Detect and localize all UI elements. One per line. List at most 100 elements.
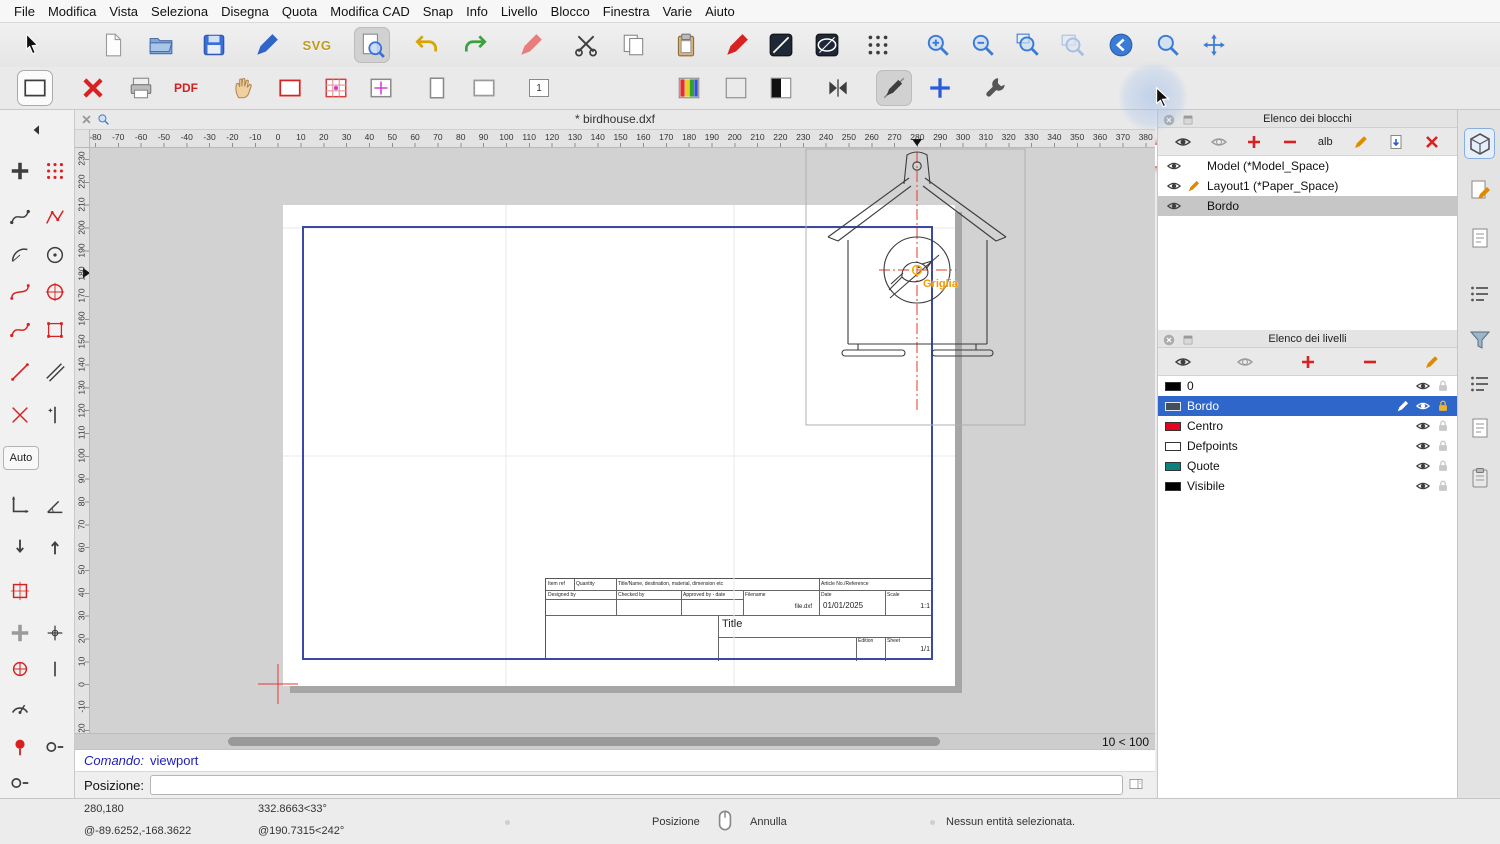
close-panel-icon[interactable]: [1162, 333, 1176, 347]
single-page-button[interactable]: 1: [521, 70, 557, 106]
add-point-button[interactable]: [922, 70, 958, 106]
panel-toggle-icon[interactable]: [1128, 776, 1144, 792]
angle-tool[interactable]: [38, 490, 71, 520]
svg-export-button[interactable]: SVG: [299, 27, 335, 63]
layer-row[interactable]: Centro: [1158, 416, 1457, 436]
circle-plus-tool[interactable]: [3, 654, 36, 684]
cross-target-tool[interactable]: [38, 618, 71, 648]
pin-tool[interactable]: [3, 732, 36, 762]
block-remove-button[interactable]: [1275, 131, 1305, 153]
viewport-red-button[interactable]: [272, 70, 308, 106]
layer-lock-icon[interactable]: [1436, 479, 1450, 493]
snap-plus-tool[interactable]: [3, 156, 36, 186]
pan-hand-button[interactable]: [226, 70, 262, 106]
menu-vista[interactable]: Vista: [109, 4, 138, 19]
magnifier-button[interactable]: [1150, 27, 1186, 63]
zoom-page-button[interactable]: [614, 70, 650, 106]
layer-row[interactable]: Defpoints: [1158, 436, 1457, 456]
block-visibility-off-button[interactable]: [1204, 131, 1234, 153]
cross-line-tool[interactable]: [3, 400, 36, 430]
gradient-button[interactable]: [718, 70, 754, 106]
up-two-tool[interactable]: [38, 532, 71, 562]
block-add-button[interactable]: [1239, 131, 1269, 153]
zoom-in-button[interactable]: [920, 27, 956, 63]
layer-edit-button[interactable]: [1417, 351, 1447, 373]
circle-center-tool[interactable]: [38, 240, 71, 270]
line-tool-button[interactable]: [763, 27, 799, 63]
block-row[interactable]: Bordo: [1158, 196, 1457, 216]
panel-sheet2-button[interactable]: [1464, 412, 1495, 443]
layer-row[interactable]: 0: [1158, 376, 1457, 396]
menu-disegna[interactable]: Disegna: [221, 4, 269, 19]
cut-button[interactable]: [568, 27, 604, 63]
dot-grid-button[interactable]: [860, 27, 896, 63]
layer-lock-icon[interactable]: [1436, 459, 1450, 473]
red-pen-button[interactable]: [719, 27, 755, 63]
layer-add-button[interactable]: [1293, 351, 1323, 373]
layer-visibility-icon[interactable]: [1416, 439, 1430, 453]
panel-list-button[interactable]: [1464, 278, 1495, 309]
layer-visibility-icon[interactable]: [1416, 399, 1430, 413]
copy-button[interactable]: [616, 27, 652, 63]
horizontal-scrollbar[interactable]: 10 < 100: [75, 733, 1155, 749]
pdf-export-button[interactable]: PDF: [168, 70, 204, 106]
menu-modifica[interactable]: Modifica: [48, 4, 96, 19]
vertical-line-tool[interactable]: [38, 654, 71, 684]
zero-dash-b-tool[interactable]: [3, 768, 36, 798]
close-panel-icon[interactable]: [1162, 113, 1176, 127]
visibility-eye-icon[interactable]: [1167, 199, 1181, 213]
layer-lock-icon[interactable]: [1436, 419, 1450, 433]
bezier-tool[interactable]: [3, 277, 36, 307]
color-palette-button[interactable]: [671, 70, 707, 106]
contrast-button[interactable]: [763, 70, 799, 106]
panel-blocks-button[interactable]: [1464, 128, 1495, 159]
view-back-button[interactable]: [1103, 27, 1139, 63]
layer-row[interactable]: Quote: [1158, 456, 1457, 476]
viewport-cross-button[interactable]: [363, 70, 399, 106]
down-one-tool[interactable]: [3, 532, 36, 562]
double-line-tool[interactable]: [38, 357, 71, 387]
arc-tool[interactable]: [3, 240, 36, 270]
pan-view-button[interactable]: [1196, 27, 1232, 63]
block-visibility-button[interactable]: [1168, 131, 1198, 153]
panel-edit-sheet-button[interactable]: [1464, 174, 1495, 205]
block-insert-button[interactable]: [1381, 131, 1411, 153]
collapse-button[interactable]: [820, 70, 856, 106]
menu-varie[interactable]: Varie: [663, 4, 692, 19]
circle-target-tool[interactable]: [38, 277, 71, 307]
panel-list2-button[interactable]: [1464, 368, 1495, 399]
menu-blocco[interactable]: Blocco: [551, 4, 590, 19]
layer-visibility-icon[interactable]: [1416, 379, 1430, 393]
soft-plus-tool[interactable]: [3, 618, 36, 648]
menu-finestra[interactable]: Finestra: [603, 4, 650, 19]
visibility-eye-icon[interactable]: [1167, 159, 1181, 173]
menu-modifica-cad[interactable]: Modifica CAD: [330, 4, 409, 19]
block-edit-button[interactable]: [1346, 131, 1376, 153]
block-row[interactable]: Model (*Model_Space): [1158, 156, 1457, 176]
modify-pencil-button[interactable]: [513, 27, 549, 63]
horizontal-scrollbar-thumb[interactable]: [228, 737, 940, 746]
drawing-canvas[interactable]: Item ref Quantity Title/Name, destinatio…: [90, 148, 1155, 733]
detach-panel-icon[interactable]: [1181, 333, 1195, 347]
paper-landscape-button[interactable]: [466, 70, 502, 106]
palette-back-button[interactable]: [4, 118, 70, 142]
open-document-button[interactable]: [143, 27, 179, 63]
block-delete-button[interactable]: [1417, 131, 1447, 153]
vertical-one-tool[interactable]: [38, 400, 71, 430]
panel-sheet-button[interactable]: [1464, 222, 1495, 253]
auto-snap-button[interactable]: Auto: [3, 446, 39, 470]
visibility-eye-icon[interactable]: [1167, 179, 1181, 193]
command-line[interactable]: Comando: viewport: [75, 749, 1155, 771]
viewport-grid-button[interactable]: [318, 70, 354, 106]
undo-button[interactable]: [409, 27, 445, 63]
detach-panel-icon[interactable]: [1181, 113, 1195, 127]
layer-visibility-button[interactable]: [1168, 351, 1198, 373]
tools-button[interactable]: [978, 70, 1014, 106]
viewport-tool-button[interactable]: [17, 70, 53, 106]
menu-seleziona[interactable]: Seleziona: [151, 4, 208, 19]
axes-xy-tool[interactable]: [3, 490, 36, 520]
menu-aiuto[interactable]: Aiuto: [705, 4, 735, 19]
layer-visibility-icon[interactable]: [1416, 419, 1430, 433]
paper-portrait-button[interactable]: [419, 70, 455, 106]
menu-livello[interactable]: Livello: [501, 4, 538, 19]
